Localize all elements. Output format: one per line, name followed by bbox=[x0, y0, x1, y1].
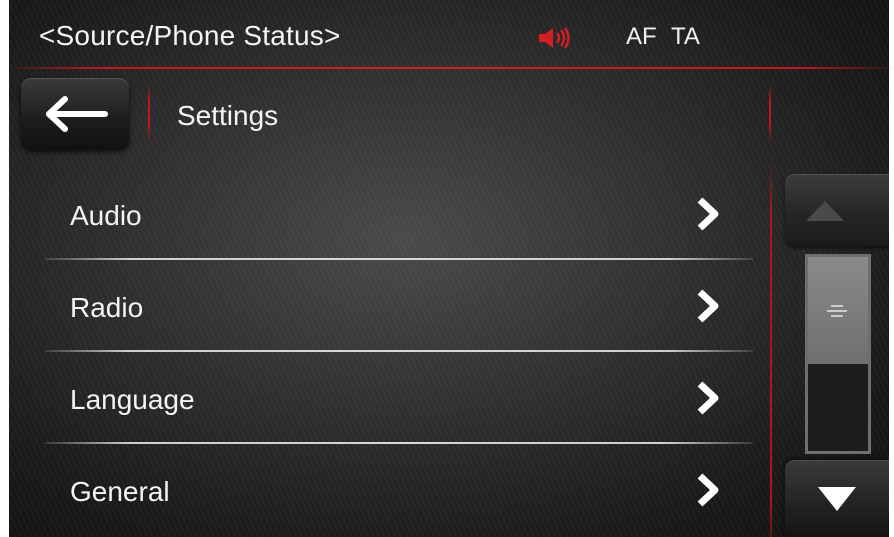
arrow-left-icon bbox=[46, 96, 108, 132]
page-title: Settings bbox=[177, 100, 279, 131]
chevron-right-icon bbox=[697, 289, 719, 323]
scrollbar-divider bbox=[770, 160, 772, 537]
status-divider bbox=[9, 67, 889, 69]
chevron-right-icon bbox=[697, 381, 719, 415]
menu-item-audio[interactable]: Audio bbox=[9, 170, 759, 258]
menu-item-label: Language bbox=[70, 384, 195, 415]
menu-item-general[interactable]: General bbox=[9, 446, 759, 534]
source-phone-status[interactable]: <Source/Phone Status> bbox=[39, 20, 341, 52]
scroll-up-button[interactable] bbox=[785, 174, 889, 246]
header-right-divider bbox=[769, 84, 771, 142]
scrollbar-track[interactable] bbox=[805, 254, 871, 454]
menu-item-label: General bbox=[70, 476, 170, 507]
back-button[interactable] bbox=[21, 78, 129, 150]
ta-indicator: TA bbox=[671, 23, 700, 50]
chevron-right-icon bbox=[697, 473, 719, 507]
status-bar: <Source/Phone Status> AF TA bbox=[9, 0, 889, 70]
chevron-right-icon bbox=[697, 197, 719, 231]
head-unit-screen: <Source/Phone Status> AF TA Settings Aud… bbox=[9, 0, 889, 537]
scroll-down-button[interactable] bbox=[785, 460, 889, 537]
af-indicator: AF bbox=[626, 23, 657, 50]
menu-item-language[interactable]: Language bbox=[9, 354, 759, 442]
triangle-up-icon bbox=[806, 201, 844, 221]
menu-item-radio[interactable]: Radio bbox=[9, 262, 759, 350]
speaker-muted-icon bbox=[539, 27, 570, 49]
triangle-down-icon bbox=[818, 487, 856, 511]
menu-separator bbox=[45, 258, 753, 260]
menu-item-label: Radio bbox=[70, 292, 144, 323]
header-divider bbox=[148, 84, 150, 142]
menu-separator bbox=[45, 350, 753, 352]
menu-item-label: Audio bbox=[70, 200, 142, 231]
grip-lines-icon bbox=[827, 305, 847, 317]
scrollbar-thumb[interactable] bbox=[808, 257, 868, 364]
menu-separator bbox=[45, 442, 753, 444]
